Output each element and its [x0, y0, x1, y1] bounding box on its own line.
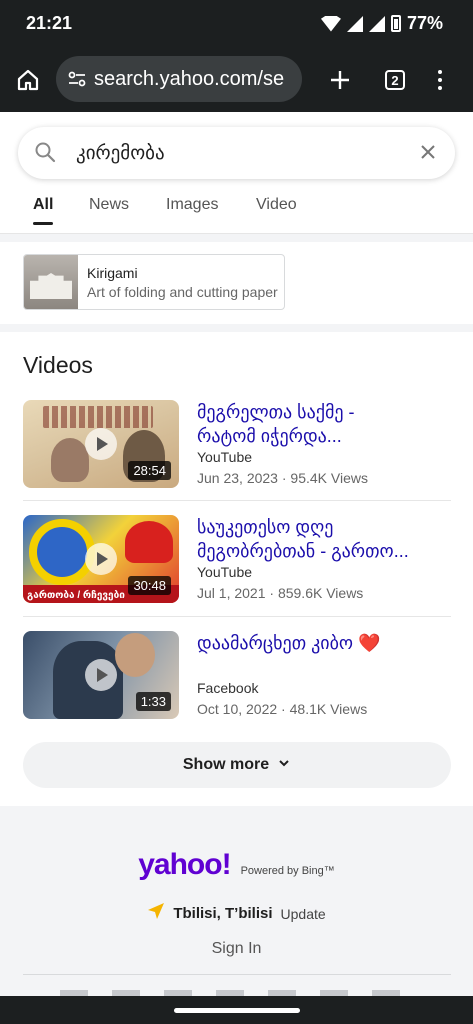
- video-meta: Jul 1, 2021 · 859.6K Views: [197, 585, 364, 601]
- signal-icon-secondary: [368, 15, 385, 32]
- videos-section-title: Videos: [23, 352, 93, 378]
- address-bar[interactable]: search.yahoo.com/se: [56, 56, 302, 102]
- video-thumbnail[interactable]: 1:33: [23, 631, 179, 719]
- show-more-label: Show more: [182, 756, 270, 773]
- location-name: Tbilisi, T’bilisi: [173, 905, 273, 922]
- video-title[interactable]: მეგრელთა საქმე - რატომ იჭერდა...: [197, 400, 447, 448]
- video-item[interactable]: 28:54 მეგრელთა საქმე - რატომ იჭერდა... Y…: [23, 400, 451, 504]
- new-tab-icon[interactable]: [320, 60, 360, 100]
- show-more-button[interactable]: Show more: [23, 742, 451, 788]
- location-arrow-icon: [147, 902, 165, 925]
- video-thumbnail[interactable]: გართობა / რჩევები 30:48: [23, 515, 179, 603]
- tab-news[interactable]: News: [89, 196, 129, 214]
- video-meta: Oct 10, 2022 · 48.1K Views: [197, 701, 368, 717]
- status-icons: 77%: [320, 13, 443, 34]
- play-icon: [85, 659, 117, 691]
- knowledge-card-thumbnail: [24, 255, 78, 309]
- video-meta: Jun 23, 2023 · 95.4K Views: [197, 470, 368, 486]
- powered-by-bing: Powered by Bing™: [240, 865, 335, 877]
- search-box[interactable]: კირემობა: [18, 127, 455, 179]
- site-settings-icon[interactable]: [66, 68, 88, 90]
- address-url: search.yahoo.com/se: [94, 67, 285, 90]
- page-footer: yahoo! Powered by Bing™ Tbilisi, T’bilis…: [0, 806, 473, 996]
- battery-icon: [390, 15, 401, 32]
- video-duration: 30:48: [128, 576, 171, 595]
- thumbnail-banner-text: გართობა / რჩევები: [27, 590, 125, 601]
- play-icon: [85, 428, 117, 460]
- browser-toolbar: search.yahoo.com/se 2: [0, 48, 473, 112]
- footer-divider: [23, 974, 451, 975]
- tab-switcher-button[interactable]: 2: [375, 60, 415, 100]
- gesture-handle[interactable]: [174, 1008, 300, 1013]
- clear-icon[interactable]: [417, 141, 439, 168]
- tab-images[interactable]: Images: [166, 196, 218, 214]
- wifi-icon: [320, 15, 341, 32]
- knowledge-card[interactable]: Kirigami Art of folding and cutting pape…: [23, 254, 285, 310]
- tab-video[interactable]: Video: [256, 196, 297, 214]
- sign-in-link[interactable]: Sign In: [0, 940, 473, 958]
- search-input[interactable]: კირემობა: [76, 142, 165, 165]
- video-duration: 28:54: [128, 461, 171, 480]
- chevron-down-icon: [277, 756, 291, 775]
- search-icon: [34, 141, 56, 168]
- video-separator: [23, 616, 451, 617]
- knowledge-card-title: Kirigami: [87, 264, 138, 281]
- video-duration: 1:33: [135, 692, 171, 711]
- knowledge-card-description: Art of folding and cutting paper: [87, 283, 278, 300]
- video-source: YouTube: [197, 564, 253, 580]
- overflow-menu-icon[interactable]: [420, 60, 460, 100]
- video-item[interactable]: 1:33 დაამარცხეთ კიბო ❤️ Facebook Oct 10,…: [23, 631, 451, 735]
- yahoo-logo[interactable]: yahoo!: [138, 848, 231, 882]
- status-bar: 21:21 77%: [0, 0, 473, 48]
- video-title[interactable]: საუკეთესო დღე მეგობრებთან - გართო...: [197, 515, 447, 563]
- video-thumbnail[interactable]: 28:54: [23, 400, 179, 488]
- video-source: YouTube: [197, 449, 253, 465]
- search-tabs: All News Images Video: [0, 186, 473, 234]
- tab-all[interactable]: All: [33, 196, 54, 225]
- section-divider: [0, 324, 473, 332]
- signal-icon: [346, 15, 363, 32]
- status-time: 21:21: [26, 13, 73, 33]
- video-separator: [23, 500, 451, 501]
- update-location-link[interactable]: Update: [281, 906, 326, 922]
- home-icon[interactable]: [8, 60, 48, 100]
- video-item[interactable]: გართობა / რჩევები 30:48 საუკეთესო დღე მე…: [23, 515, 451, 619]
- section-divider: [0, 234, 473, 242]
- video-title[interactable]: დაამარცხეთ კიბო ❤️: [197, 631, 447, 655]
- system-nav-bar: [0, 996, 473, 1024]
- play-icon: [85, 543, 117, 575]
- video-source: Facebook: [197, 680, 259, 696]
- battery-level: 77%: [406, 13, 443, 33]
- tab-count: 2: [385, 70, 405, 90]
